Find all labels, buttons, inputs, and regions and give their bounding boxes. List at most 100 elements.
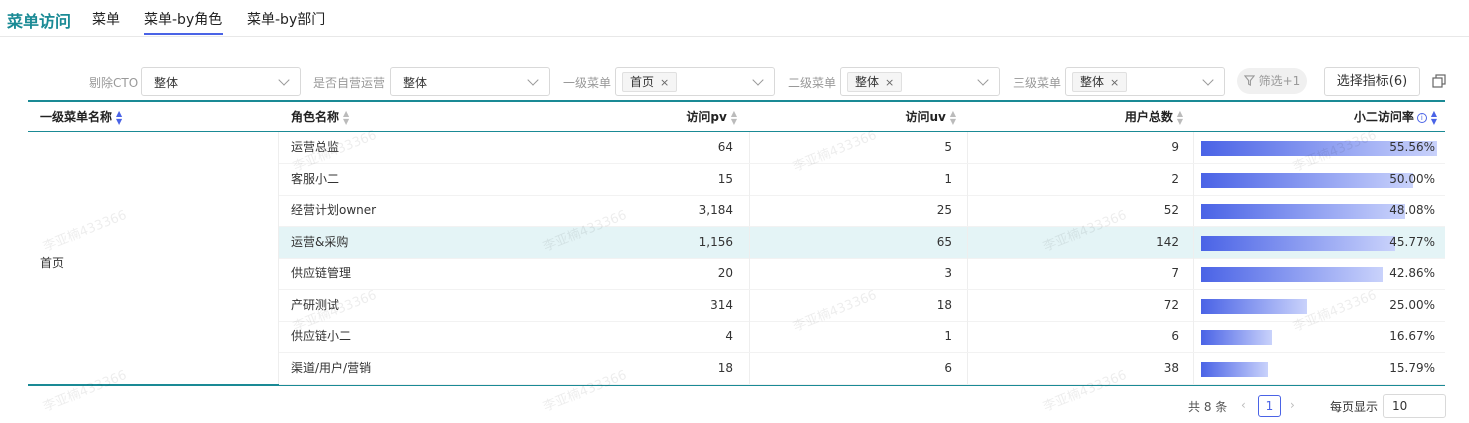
column-divider — [749, 195, 750, 226]
col-header-pv[interactable]: 访问pv ▲ ▼ — [686, 102, 737, 132]
next-page-icon[interactable]: › — [1290, 398, 1295, 412]
visit-rate-bar — [1201, 330, 1272, 345]
self-operated-select[interactable]: 整体 — [390, 67, 550, 96]
funnel-icon — [1243, 75, 1255, 86]
sort-icon[interactable]: ▲ ▼ — [1431, 109, 1437, 126]
visit-rate-cell: 50.00% — [1389, 171, 1435, 186]
visit-rate-cell: 42.86% — [1389, 266, 1435, 280]
page-title: 菜单访问 — [7, 12, 72, 31]
level3-menu-tag: 整体 × — [1072, 72, 1128, 92]
filter-button[interactable]: 筛选+1 — [1237, 68, 1307, 94]
level1-menu-tag: 首页 × — [622, 72, 678, 92]
table-row[interactable]: 供应链管理 20 3 7 42.86% — [279, 258, 1445, 290]
pv-cell: 4 — [725, 329, 733, 343]
tag-close-icon[interactable]: × — [885, 76, 894, 89]
uv-cell: 3 — [944, 266, 952, 280]
column-divider — [1193, 226, 1194, 258]
info-icon[interactable]: i — [1416, 112, 1427, 123]
table-row[interactable]: 渠道/用户/营销 18 6 38 15.79% — [279, 352, 1445, 385]
column-divider — [967, 321, 968, 352]
column-divider — [749, 163, 750, 195]
level2-menu-label: 二级菜单 — [788, 76, 837, 90]
sort-icon[interactable]: ▲ ▼ — [1177, 109, 1183, 126]
total-users-cell: 38 — [1163, 360, 1179, 375]
col-header-total-users[interactable]: 用户总数 ▲ ▼ — [1125, 102, 1183, 132]
visit-rate-cell: 15.79% — [1389, 360, 1435, 375]
tag-close-icon[interactable]: × — [1110, 76, 1119, 89]
column-divider — [1193, 289, 1194, 321]
chevron-down-icon — [752, 74, 764, 86]
uv-cell: 1 — [944, 171, 952, 186]
role-name-cell: 产研测试 — [291, 297, 340, 312]
table-row[interactable]: 运营&采购 1,156 65 142 45.77% — [279, 226, 1445, 259]
level1-menu-label: 一级菜单 — [563, 76, 612, 90]
visit-rate-bar — [1201, 172, 1413, 188]
role-name-cell: 供应链管理 — [291, 266, 352, 280]
total-users-cell: 2 — [1171, 171, 1179, 186]
column-divider — [749, 258, 750, 289]
table-row[interactable]: 经营计划owner 3,184 25 52 48.08% — [279, 195, 1445, 227]
role-name-cell: 运营&采购 — [291, 234, 349, 249]
sort-icon[interactable]: ▲ ▼ — [950, 109, 956, 126]
role-name-cell: 经营计划owner — [291, 203, 377, 217]
tab-menu-by-role[interactable]: 菜单-by角色 — [144, 9, 222, 29]
prev-page-icon[interactable]: ‹ — [1241, 398, 1246, 412]
column-divider — [749, 321, 750, 352]
exclude-cto-select[interactable]: 整体 — [141, 67, 301, 96]
level3-menu-select[interactable]: 整体 × — [1065, 67, 1225, 96]
table-row[interactable]: 运营总监 64 5 9 55.56% — [279, 132, 1445, 164]
uv-cell: 5 — [944, 140, 952, 154]
column-divider — [1193, 132, 1194, 163]
sort-icon[interactable]: ▲ ▼ — [343, 109, 349, 126]
total-users-cell: 72 — [1163, 297, 1179, 312]
uv-cell: 6 — [944, 360, 952, 375]
sort-icon[interactable]: ▲ ▼ — [116, 109, 122, 126]
total-users-cell: 142 — [1156, 234, 1179, 249]
select-metrics-button[interactable]: 选择指标(6) — [1324, 67, 1420, 96]
column-divider — [1193, 163, 1194, 195]
column-divider — [1193, 195, 1194, 226]
visit-rate-bar — [1201, 204, 1405, 219]
pv-cell: 3,184 — [698, 203, 733, 217]
tab-menu[interactable]: 菜单 — [92, 9, 120, 29]
tag-close-icon[interactable]: × — [660, 76, 669, 89]
uv-cell: 18 — [936, 297, 952, 312]
pv-cell: 15 — [717, 171, 733, 186]
level1-menu-select[interactable]: 首页 × — [615, 67, 775, 96]
total-count: 共 8 条 — [1188, 400, 1228, 414]
chevron-down-icon — [278, 74, 290, 86]
table-row[interactable]: 产研测试 314 18 72 25.00% — [279, 289, 1445, 322]
filter-button-label: 筛选+1 — [1258, 74, 1301, 88]
pv-cell: 20 — [717, 266, 733, 280]
total-users-cell: 6 — [1171, 329, 1179, 343]
tab-menu-by-department[interactable]: 菜单-by部门 — [247, 9, 325, 29]
table-body: 首页 运营总监 64 5 9 55.56% 客服小二 15 1 2 50.00% 经营计划owner… — [28, 132, 1445, 386]
column-divider — [967, 163, 968, 195]
pv-cell: 314 — [710, 297, 733, 312]
column-divider — [749, 226, 750, 258]
col-header-role-name[interactable]: 角色名称 ▲ ▼ — [291, 102, 349, 132]
column-divider — [749, 289, 750, 321]
pv-cell: 1,156 — [698, 234, 733, 249]
table-row[interactable]: 供应链小二 4 1 6 16.67% — [279, 321, 1445, 353]
page-size-input[interactable]: 10 — [1383, 394, 1446, 418]
visit-rate-bar — [1201, 235, 1395, 251]
column-divider — [1193, 258, 1194, 289]
visit-rate-bar — [1201, 267, 1383, 282]
current-page-button[interactable]: 1 — [1258, 395, 1281, 417]
self-operated-label: 是否自营运营 — [313, 76, 386, 90]
visit-rate-cell: 55.56% — [1389, 140, 1435, 154]
exclude-cto-label: 剔除CTO — [89, 76, 139, 90]
col-header-level1-menu[interactable]: 一级菜单名称 ▲ ▼ — [40, 102, 122, 132]
table-row[interactable]: 客服小二 15 1 2 50.00% — [279, 163, 1445, 196]
col-header-uv[interactable]: 访问uv ▲ ▼ — [905, 102, 956, 132]
copy-icon[interactable] — [1432, 74, 1446, 88]
col-header-visit-rate[interactable]: 小二访问率 i ▲ ▼ — [1354, 102, 1437, 132]
column-divider — [967, 289, 968, 321]
level2-menu-tag: 整体 × — [847, 72, 903, 92]
visit-rate-bar — [1201, 361, 1268, 377]
level2-menu-select[interactable]: 整体 × — [840, 67, 1000, 96]
chevron-down-icon — [527, 74, 539, 86]
sort-icon[interactable]: ▲ ▼ — [731, 109, 737, 126]
visit-rate-bar — [1201, 298, 1307, 314]
